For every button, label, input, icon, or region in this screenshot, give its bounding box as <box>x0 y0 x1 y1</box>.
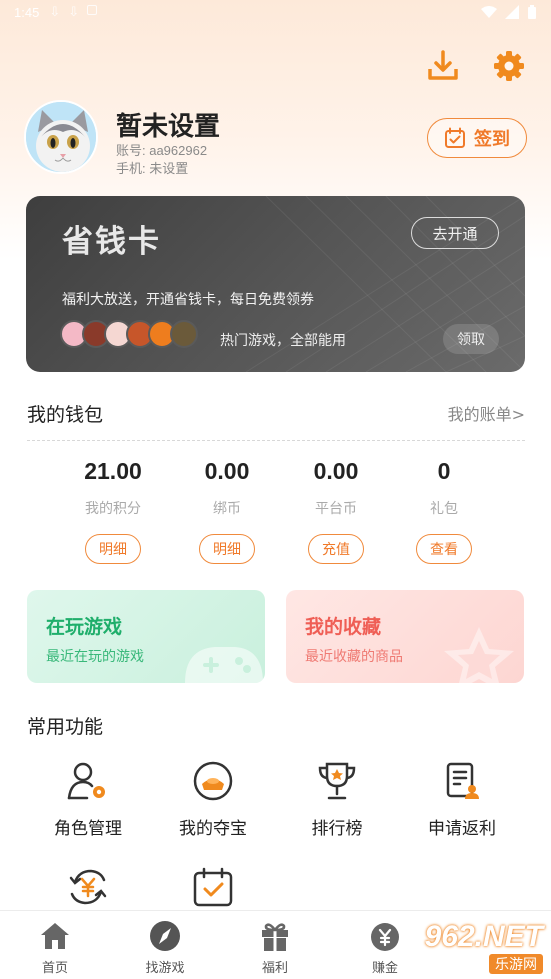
wallet-value: 21.00 <box>84 458 142 484</box>
treasure-icon <box>193 761 233 801</box>
wallet-gifts: 0 礼包 查看 <box>389 458 499 564</box>
save-money-card[interactable]: 省钱卡 去开通 福利大放送，开通省钱卡，每日免费领券 热门游戏，全部能用 领取 <box>26 196 525 372</box>
wifi-icon <box>481 6 497 18</box>
functions-title: 常用功能 <box>27 716 104 738</box>
view-gifts-button[interactable]: 查看 <box>416 534 472 564</box>
wallet-value: 0 <box>437 458 451 484</box>
tab-find-game[interactable]: 找游戏 <box>115 919 215 976</box>
wallet-value: 0.00 <box>204 458 250 484</box>
recharge-button[interactable]: 充值 <box>308 534 364 564</box>
profile-section: 暂未设置 账号: aa962962 手机: 未设置 签到 <box>24 100 527 178</box>
tab-label: 首页 <box>41 961 68 976</box>
card-title: 省钱卡 <box>62 224 161 260</box>
wallet-title: 我的钱包 <box>27 404 104 426</box>
game-icon <box>170 320 198 348</box>
gamepad-icon <box>185 647 263 683</box>
download-icon <box>428 50 458 80</box>
function-label: 申请返利 <box>428 819 496 839</box>
settings-button[interactable] <box>491 48 527 84</box>
compass-icon <box>150 921 180 951</box>
watermark-logo-text: 962.NET <box>424 920 543 953</box>
role-management-item[interactable]: 角色管理 <box>28 758 148 839</box>
header-actions <box>425 48 527 84</box>
rebate-icon <box>446 762 479 799</box>
my-treasure-item[interactable]: 我的夺宝 <box>153 758 273 839</box>
download-notif-icon: ⇩ <box>49 4 61 20</box>
apply-rebate-item[interactable]: 申请返利 <box>402 758 522 839</box>
tile-subtitle: 最近收藏的商品 <box>305 649 403 665</box>
tab-welfare[interactable]: 福利 <box>225 919 325 976</box>
tab-label: 福利 <box>261 961 288 976</box>
wallet-bound-coins: 0.00 绑币 明细 <box>172 458 282 564</box>
activate-button[interactable]: 去开通 <box>411 217 499 249</box>
gift-icon <box>262 923 288 951</box>
function-label: 我的夺宝 <box>179 819 247 839</box>
game-icons-row <box>60 320 198 348</box>
avatar[interactable] <box>24 100 98 174</box>
leaderboard-item[interactable]: 排行榜 <box>277 758 397 839</box>
function-label: 排行榜 <box>311 819 363 839</box>
wallet-label: 绑币 <box>213 501 241 517</box>
signal-icon <box>505 5 519 19</box>
battery-icon <box>528 4 536 19</box>
site-watermark: 962.NET 乐游网 <box>411 920 551 979</box>
gear-icon <box>494 51 524 81</box>
profile-name: 暂未设置 <box>116 112 221 142</box>
calendar-check-icon <box>193 867 233 907</box>
my-bill-link[interactable]: 我的账单> <box>448 401 525 425</box>
tile-title: 在玩游戏 <box>46 616 123 638</box>
claim-button[interactable]: 领取 <box>443 324 499 354</box>
wallet-points: 21.00 我的积分 明细 <box>58 458 168 564</box>
download-notif-icon: ⇩ <box>68 4 80 20</box>
wallet-label: 平台币 <box>315 501 357 517</box>
money-bag-icon <box>371 923 399 951</box>
app-notif-icon <box>87 4 98 15</box>
points-detail-button[interactable]: 明细 <box>85 534 141 564</box>
tile-title: 我的收藏 <box>305 616 382 638</box>
divider <box>27 440 525 441</box>
yuan-cycle-icon <box>69 869 107 905</box>
wallet-header: 我的钱包 我的账单> <box>27 400 525 426</box>
tab-home[interactable]: 首页 <box>5 919 105 976</box>
signin-label: 签到 <box>474 129 510 150</box>
wallet-label: 礼包 <box>430 501 458 517</box>
status-time: 1:45 <box>14 4 40 20</box>
tile-subtitle: 最近在玩的游戏 <box>46 649 144 665</box>
profile-phone: 手机: 未设置 <box>116 161 189 176</box>
wallet-platform-coins: 0.00 平台币 充值 <box>281 458 391 564</box>
home-icon <box>41 923 69 949</box>
role-icon <box>67 762 105 800</box>
function-label: 角色管理 <box>54 819 122 839</box>
trophy-icon <box>318 762 356 800</box>
cat-avatar-image <box>26 102 96 172</box>
favorites-tile[interactable]: 我的收藏 最近收藏的商品 <box>286 590 524 683</box>
wallet-items: 21.00 我的积分 明细 0.00 绑币 明细 0.00 平台币 充值 0 礼… <box>58 458 498 568</box>
wallet-value: 0.00 <box>313 458 359 484</box>
tab-label: 找游戏 <box>145 961 185 976</box>
signin-button[interactable]: 签到 <box>427 118 527 158</box>
download-button[interactable] <box>425 48 461 84</box>
hot-games-text: 热门游戏，全部能用 <box>220 333 346 349</box>
card-description: 福利大放送，开通省钱卡，每日免费领券 <box>62 292 314 308</box>
wallet-label: 我的积分 <box>85 501 141 517</box>
notification-icons: ⇩ ⇩ <box>49 4 98 20</box>
status-bar: 1:45 ⇩ ⇩ <box>0 0 551 24</box>
watermark-subtitle: 乐游网 <box>489 954 543 974</box>
coins-detail-button[interactable]: 明细 <box>199 534 255 564</box>
star-icon <box>444 627 514 683</box>
profile-account: 账号: aa962962 <box>116 143 208 158</box>
playing-games-tile[interactable]: 在玩游戏 最近在玩的游戏 <box>27 590 265 683</box>
calendar-check-icon <box>445 127 465 148</box>
